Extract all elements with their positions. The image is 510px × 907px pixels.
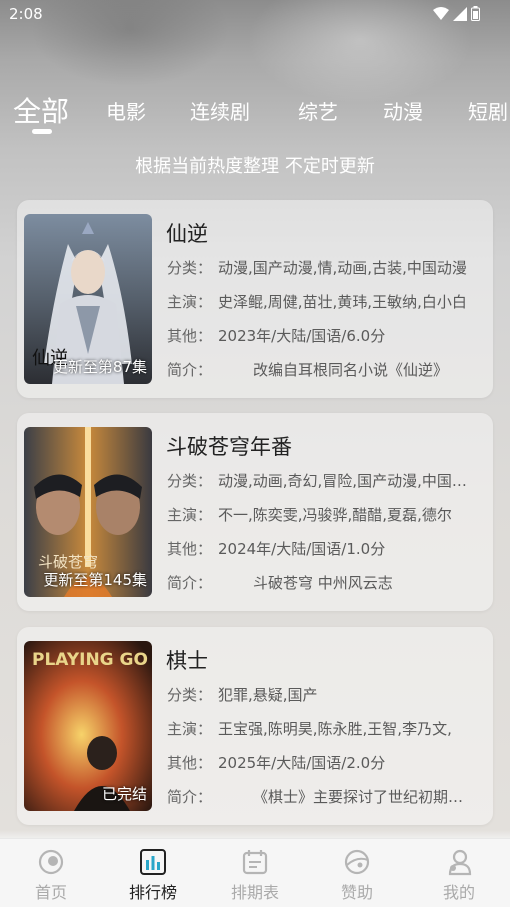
- nav-schedule[interactable]: 排期表: [204, 839, 306, 907]
- sponsor-icon: [343, 848, 371, 876]
- cast-label: 主演：: [167, 506, 213, 524]
- intro-value: 《棋士》主要探讨了世纪初期的故事: [253, 788, 469, 806]
- intro-row: 简介： 《棋士》主要探讨了世纪初期的故事: [167, 786, 469, 807]
- ranking-subtitle: 根据当前热度整理 不定时更新: [135, 156, 375, 177]
- intro-value: 改编自耳根同名小说《仙逆》: [253, 361, 449, 379]
- card-title[interactable]: 仙逆: [166, 218, 208, 248]
- nav-home[interactable]: 首页: [0, 839, 102, 907]
- tab-indicator: [32, 129, 52, 134]
- ranking-card-3[interactable]: PLAYING GO 已完结 棋士 分类： 犯罪,悬疑,国产 主演： 王宝强,陈…: [17, 627, 493, 825]
- nav-label: 排行榜: [128, 883, 177, 902]
- category-value: 动漫,国产动漫,情,动画,古装,中国动漫: [218, 259, 467, 277]
- nav-label: 赞助: [340, 883, 373, 902]
- category-label: 分类：: [167, 259, 213, 277]
- category-label: 分类：: [167, 686, 213, 704]
- intro-label: 简介：: [167, 574, 213, 592]
- poster-image[interactable]: PLAYING GO 已完结: [24, 641, 152, 811]
- bottom-nav: 首页 排行榜 排期表 赞助 我的: [0, 838, 510, 907]
- cast-value: 不一,陈奕雯,冯骏骅,醋醋,夏磊,德尔: [218, 506, 452, 524]
- home-icon: [37, 848, 65, 876]
- episode-badge: 更新至第145集: [43, 571, 147, 589]
- profile-icon: [445, 848, 473, 876]
- signal-icon: [453, 6, 467, 25]
- category-value: 犯罪,悬疑,国产: [218, 686, 318, 704]
- other-value: 2023年/大陆/国语/6.0分: [218, 327, 386, 345]
- category-label: 分类：: [167, 472, 213, 490]
- svg-text:PLAYING GO: PLAYING GO: [32, 650, 148, 670]
- other-value: 2025年/大陆/国语/2.0分: [218, 754, 386, 772]
- tab-short-drama[interactable]: 短剧: [468, 96, 508, 125]
- intro-row: 简介： 改编自耳根同名小说《仙逆》: [167, 359, 448, 380]
- ranking-icon: [139, 848, 167, 876]
- intro-label: 简介：: [167, 788, 213, 806]
- other-row: 其他： 2025年/大陆/国语/2.0分: [167, 752, 385, 773]
- cast-row: 主演： 不一,陈奕雯,冯骏骅,醋醋,夏磊,德尔: [167, 504, 452, 525]
- cast-label: 主演：: [167, 293, 213, 311]
- status-badge: 已完结: [101, 785, 147, 803]
- category-row: 分类： 动漫,动画,奇幻,冒险,国产动漫,中国动漫: [167, 470, 468, 491]
- wifi-icon: [433, 6, 449, 25]
- tab-variety[interactable]: 综艺: [298, 96, 338, 125]
- category-tabs: 全部 电影 连续剧 综艺 动漫 短剧: [0, 86, 510, 136]
- other-label: 其他：: [167, 754, 213, 772]
- poster-image[interactable]: 仙逆 更新至第87集: [24, 214, 152, 384]
- nav-profile[interactable]: 我的: [408, 839, 510, 907]
- tab-movies[interactable]: 电影: [106, 96, 146, 125]
- other-label: 其他：: [167, 327, 213, 345]
- tab-anime[interactable]: 动漫: [383, 96, 423, 125]
- nav-ranking[interactable]: 排行榜: [102, 839, 204, 907]
- tab-series[interactable]: 连续剧: [190, 96, 250, 125]
- status-time: 2:08: [9, 5, 43, 23]
- tab-all[interactable]: 全部: [13, 90, 69, 130]
- other-row: 其他： 2023年/大陆/国语/6.0分: [167, 325, 385, 346]
- other-row: 其他： 2024年/大陆/国语/1.0分: [167, 538, 385, 559]
- status-bar: 2:08: [0, 0, 510, 28]
- cast-value: 史泽鲲,周健,苗壮,黄玮,王敏纳,白小白: [218, 293, 467, 311]
- episode-badge: 更新至第87集: [52, 358, 147, 376]
- poster-image[interactable]: 斗破苍穹 更新至第145集: [24, 427, 152, 597]
- cast-row: 主演： 王宝强,陈明昊,陈永胜,王智,李乃文,: [167, 718, 452, 739]
- cast-row: 主演： 史泽鲲,周健,苗壮,黄玮,王敏纳,白小白: [167, 291, 467, 312]
- status-icons: [433, 6, 480, 25]
- cast-label: 主演：: [167, 720, 213, 738]
- ranking-card-2[interactable]: 斗破苍穹 更新至第145集 斗破苍穹年番 分类： 动漫,动画,奇幻,冒险,国产动…: [17, 413, 493, 611]
- category-row: 分类： 动漫,国产动漫,情,动画,古装,中国动漫: [167, 257, 467, 278]
- nav-label: 我的: [442, 883, 475, 902]
- category-value: 动漫,动画,奇幻,冒险,国产动漫,中国动漫: [218, 472, 468, 490]
- category-row: 分类： 犯罪,悬疑,国产: [167, 684, 318, 705]
- intro-value: 斗破苍穹 中州风云志: [253, 574, 393, 592]
- cast-value: 王宝强,陈明昊,陈永胜,王智,李乃文,: [218, 720, 452, 738]
- intro-label: 简介：: [167, 361, 213, 379]
- intro-row: 简介： 斗破苍穹 中州风云志: [167, 572, 393, 593]
- card-title[interactable]: 斗破苍穹年番: [166, 431, 292, 461]
- battery-icon: [471, 6, 480, 25]
- nav-sponsor[interactable]: 赞助: [306, 839, 408, 907]
- nav-label: 排期表: [230, 883, 279, 902]
- nav-label: 首页: [34, 883, 67, 902]
- card-title[interactable]: 棋士: [166, 645, 208, 675]
- other-value: 2024年/大陆/国语/1.0分: [218, 540, 386, 558]
- ranking-card-1[interactable]: 仙逆 更新至第87集 仙逆 分类： 动漫,国产动漫,情,动画,古装,中国动漫 主…: [17, 200, 493, 398]
- other-label: 其他：: [167, 540, 213, 558]
- schedule-icon: [241, 848, 269, 876]
